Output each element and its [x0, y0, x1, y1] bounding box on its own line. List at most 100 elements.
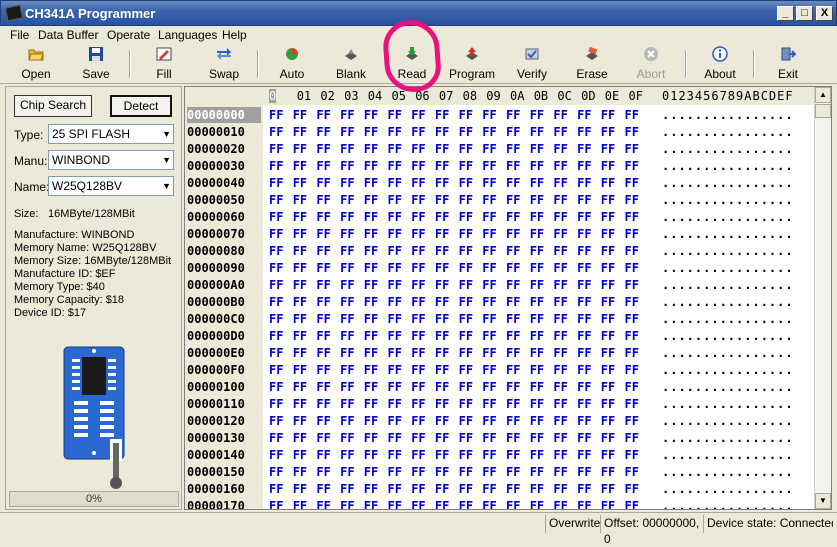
ascii-row[interactable]: ................ [662, 141, 794, 157]
hex-byte-cell[interactable]: FF [553, 447, 567, 463]
hex-byte-cell[interactable]: FF [269, 277, 283, 293]
hex-byte-cell[interactable]: FF [577, 226, 591, 242]
hex-byte-cell[interactable]: FF [340, 294, 354, 310]
hex-byte-cell[interactable]: FF [530, 243, 544, 259]
hex-byte-cell[interactable]: FF [269, 498, 283, 509]
hex-byte-cell[interactable]: FF [364, 141, 378, 157]
hex-byte-cell[interactable]: FF [601, 141, 615, 157]
hex-byte-cell[interactable]: FF [435, 481, 449, 497]
hex-byte-cell[interactable]: FF [625, 158, 639, 174]
hex-byte-cell[interactable]: FF [364, 362, 378, 378]
hex-byte-cell[interactable]: FF [577, 141, 591, 157]
hex-byte-cell[interactable]: FF [388, 277, 402, 293]
hex-byte-cell[interactable]: FF [293, 192, 307, 208]
fill-button[interactable]: Fill [134, 44, 194, 84]
hex-byte-cell[interactable]: FF [506, 124, 520, 140]
hex-byte-cell[interactable]: FF [388, 260, 402, 276]
hex-byte-cell[interactable]: FF [435, 447, 449, 463]
hex-byte-cell[interactable]: FF [506, 430, 520, 446]
hex-byte-cell[interactable]: FF [293, 481, 307, 497]
hex-byte-cell[interactable]: FF [553, 481, 567, 497]
hex-byte-cell[interactable]: FF [316, 141, 330, 157]
hex-byte-cell[interactable]: FF [625, 481, 639, 497]
hex-byte-cell[interactable]: FF [435, 294, 449, 310]
hex-byte-cell[interactable]: FF [340, 192, 354, 208]
hex-byte-cell[interactable]: FF [553, 294, 567, 310]
hex-byte-cell[interactable]: FF [482, 362, 496, 378]
hex-byte-cell[interactable]: FF [530, 192, 544, 208]
hex-byte-cell[interactable]: FF [340, 413, 354, 429]
menu-languages[interactable]: Languages [158, 26, 217, 44]
hex-byte-cell[interactable]: FF [482, 413, 496, 429]
hex-byte-cell[interactable]: FF [435, 413, 449, 429]
hex-byte-cell[interactable]: FF [340, 379, 354, 395]
hex-byte-cell[interactable]: FF [435, 175, 449, 191]
hex-byte-cell[interactable]: FF [364, 311, 378, 327]
minimize-button[interactable]: _ [777, 6, 794, 21]
hex-byte-cell[interactable]: FF [459, 464, 473, 480]
hex-byte-cell[interactable]: FF [388, 498, 402, 509]
hex-byte-cell[interactable]: FF [482, 158, 496, 174]
hex-byte-cell[interactable]: FF [577, 379, 591, 395]
hex-byte-cell[interactable]: FF [553, 141, 567, 157]
menu-data-buffer[interactable]: Data Buffer [38, 26, 98, 44]
hex-byte-cell[interactable]: FF [388, 192, 402, 208]
hex-byte-cell[interactable]: FF [577, 311, 591, 327]
hex-editor[interactable]: 0 01 02 03 04 05 06 07 08 09 0A 0B 0C 0D 0E 0F 012345678… [184, 86, 832, 510]
hex-byte-cell[interactable]: FF [553, 243, 567, 259]
hex-byte-cell[interactable]: FF [435, 226, 449, 242]
hex-byte-cell[interactable]: FF [459, 124, 473, 140]
hex-byte-cell[interactable]: FF [364, 345, 378, 361]
open-button[interactable]: Open [6, 44, 66, 84]
hex-byte-cell[interactable]: FF [316, 311, 330, 327]
hex-byte-cell[interactable]: FF [482, 379, 496, 395]
ascii-row[interactable]: ................ [662, 413, 794, 429]
hex-byte-cell[interactable]: FF [364, 260, 378, 276]
hex-byte-cell[interactable]: FF [506, 362, 520, 378]
hex-byte-cell[interactable]: FF [316, 294, 330, 310]
menu-help[interactable]: Help [222, 26, 247, 44]
hex-byte-cell[interactable]: FF [411, 498, 425, 509]
hex-byte-cell[interactable]: FF [340, 175, 354, 191]
hex-byte-cell[interactable]: FF [388, 430, 402, 446]
hex-byte-cell[interactable]: FF [293, 447, 307, 463]
hex-byte-cell[interactable]: FF [601, 311, 615, 327]
hex-byte-cell[interactable]: FF [411, 430, 425, 446]
hex-byte-cell[interactable]: FF [340, 447, 354, 463]
ascii-row[interactable]: ................ [662, 430, 794, 446]
hex-byte-cell[interactable]: FF [388, 209, 402, 225]
hex-byte-cell[interactable]: FF [553, 362, 567, 378]
hex-byte-cell[interactable]: FF [625, 311, 639, 327]
hex-byte-cell[interactable]: FF [530, 396, 544, 412]
hex-byte-cell[interactable]: FF [577, 396, 591, 412]
hex-byte-cell[interactable]: FF [506, 107, 520, 123]
hex-byte-cell[interactable]: FF [482, 192, 496, 208]
hex-byte-cell[interactable]: FF [293, 226, 307, 242]
hex-byte-cell[interactable]: FF [601, 328, 615, 344]
hex-byte-cell[interactable]: FF [482, 328, 496, 344]
ascii-row[interactable]: ................ [662, 107, 794, 123]
hex-byte-cell[interactable]: FF [530, 158, 544, 174]
ascii-row[interactable]: ................ [662, 311, 794, 327]
auto-button[interactable]: Auto [262, 44, 322, 84]
hex-byte-cell[interactable]: FF [577, 362, 591, 378]
hex-byte-cell[interactable]: FF [316, 260, 330, 276]
hex-byte-cell[interactable]: FF [388, 243, 402, 259]
hex-byte-cell[interactable]: FF [316, 158, 330, 174]
hex-byte-cell[interactable]: FF [316, 175, 330, 191]
hex-byte-cell[interactable]: FF [530, 464, 544, 480]
hex-byte-cell[interactable]: FF [435, 107, 449, 123]
hex-byte-cell[interactable]: FF [340, 311, 354, 327]
hex-byte-cell[interactable]: FF [388, 124, 402, 140]
hex-byte-cell[interactable]: FF [269, 209, 283, 225]
save-button[interactable]: Save [66, 44, 126, 84]
ascii-row[interactable]: ................ [662, 464, 794, 480]
hex-byte-cell[interactable]: FF [435, 311, 449, 327]
hex-byte-cell[interactable]: FF [625, 430, 639, 446]
hex-byte-cell[interactable]: FF [601, 481, 615, 497]
hex-byte-cell[interactable]: FF [506, 328, 520, 344]
hex-byte-cell[interactable]: FF [364, 158, 378, 174]
hex-byte-cell[interactable]: FF [625, 447, 639, 463]
scroll-down-button[interactable]: ▼ [815, 493, 831, 509]
hex-byte-cell[interactable]: FF [388, 294, 402, 310]
